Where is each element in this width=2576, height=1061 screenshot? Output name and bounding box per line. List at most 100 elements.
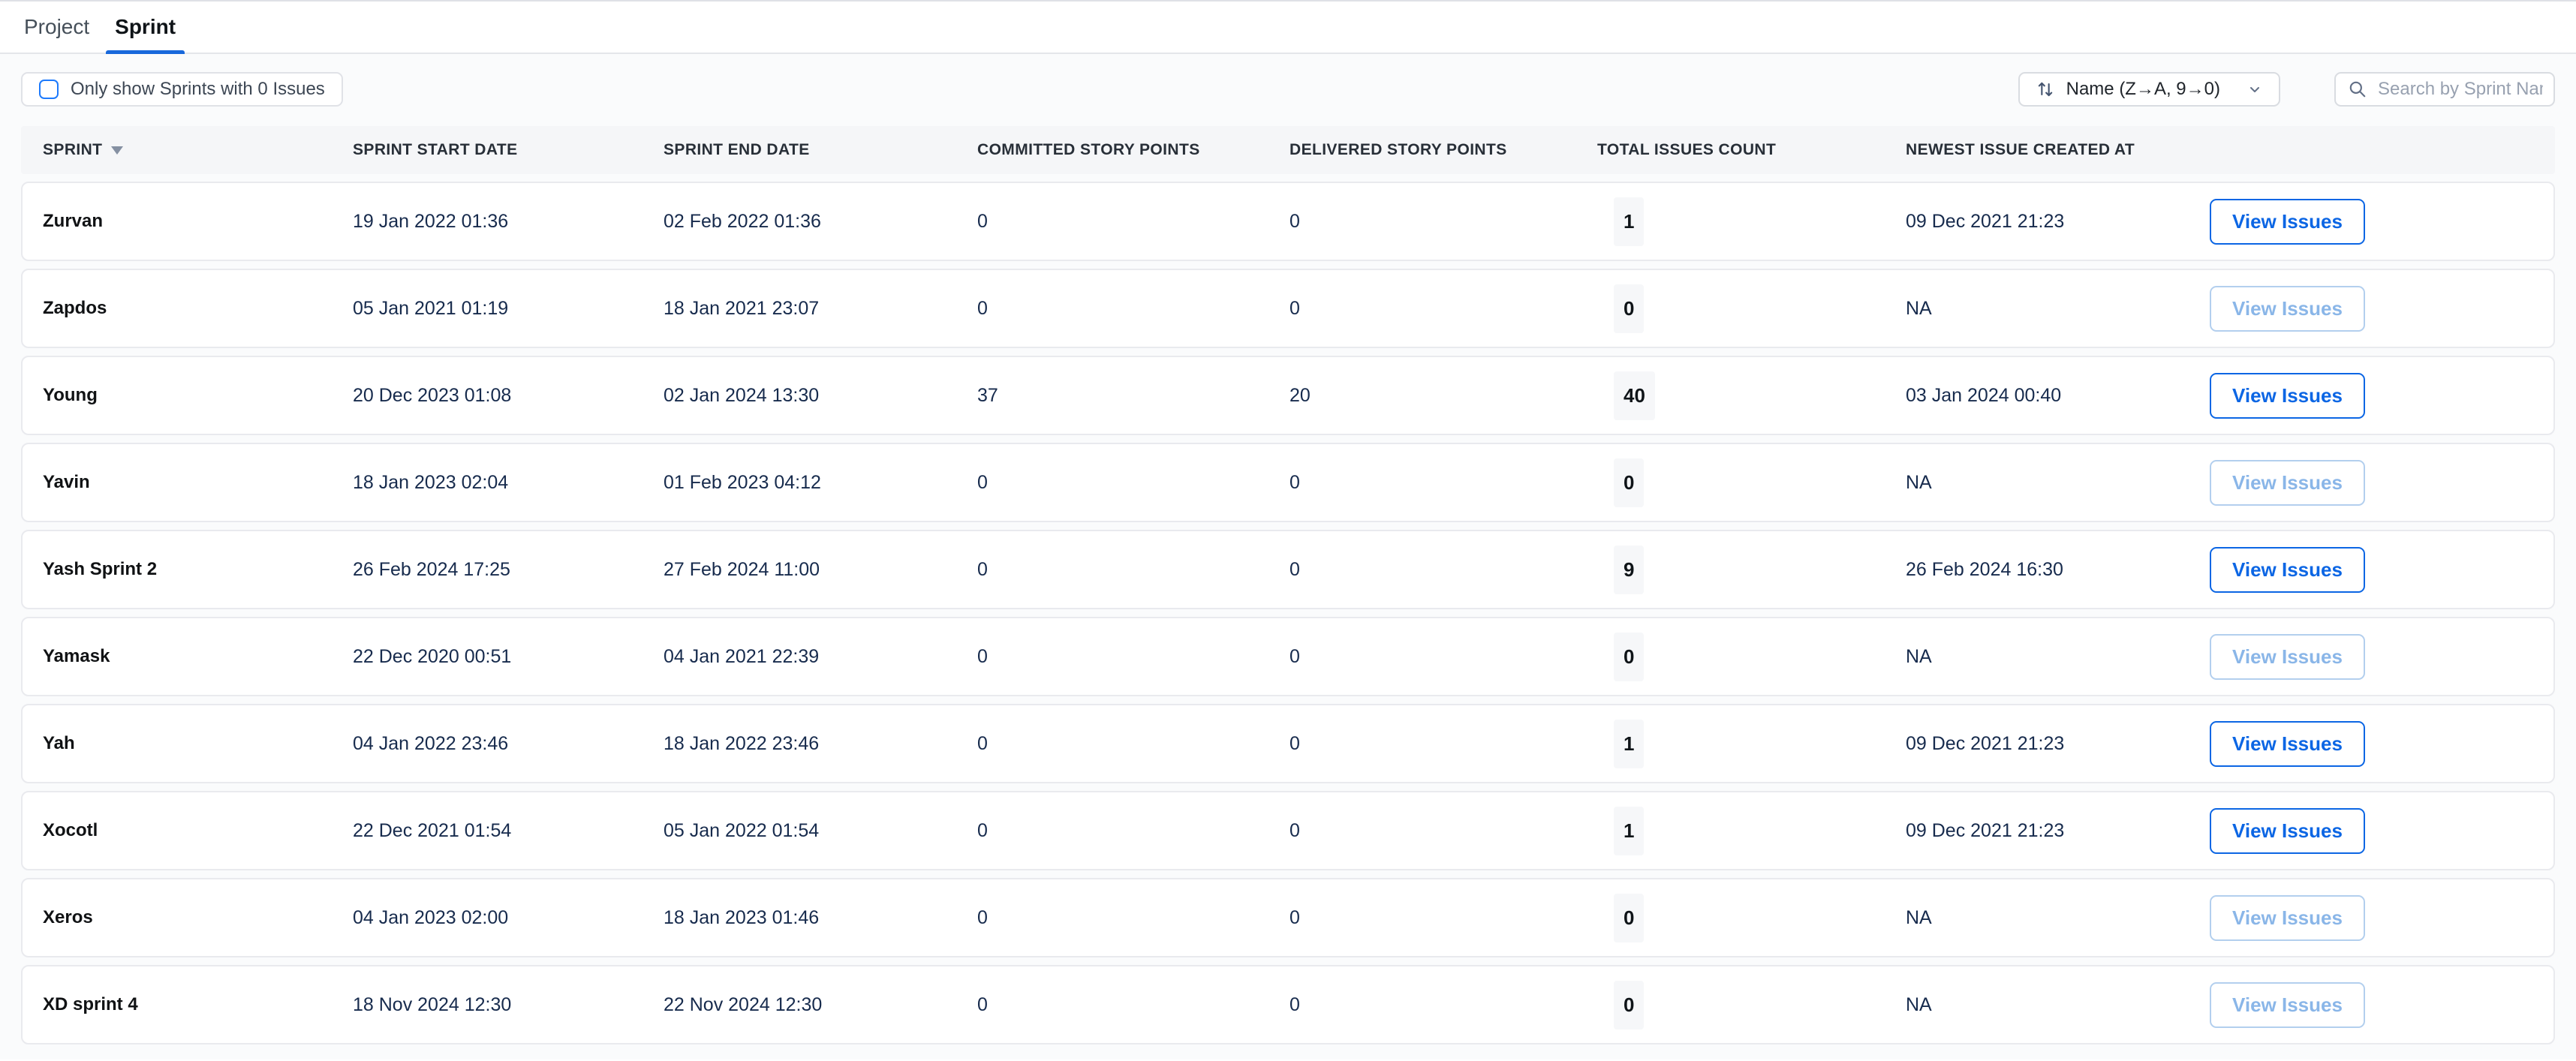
total-issues-badge: 1 — [1614, 807, 1644, 855]
sprint-start-date: 26 Feb 2024 17:25 — [353, 559, 664, 581]
view-issues-button[interactable]: View Issues — [2210, 634, 2365, 680]
delivered-story-points: 0 — [1290, 211, 1597, 233]
sprint-name: Zapdos — [43, 298, 353, 319]
sprint-end-date: 05 Jan 2022 01:54 — [664, 820, 977, 842]
sprint-start-date: 22 Dec 2021 01:54 — [353, 820, 664, 842]
table-header-row: Sprint Sprint Start Date Sprint End Date… — [21, 126, 2555, 174]
zero-issues-filter-label: Only show Sprints with 0 Issues — [71, 79, 325, 100]
total-issues-badge: 0 — [1614, 284, 1644, 333]
tab-project[interactable]: Project — [15, 2, 98, 53]
sprint-name: Yah — [43, 733, 353, 754]
committed-story-points: 0 — [977, 994, 1290, 1016]
sprint-end-date: 01 Feb 2023 04:12 — [664, 472, 977, 494]
committed-story-points: 0 — [977, 646, 1290, 668]
delivered-story-points: 0 — [1290, 907, 1597, 929]
sprint-end-date: 18 Jan 2021 23:07 — [664, 298, 977, 320]
committed-story-points: 0 — [977, 559, 1290, 581]
total-issues-badge: 0 — [1614, 458, 1644, 507]
newest-issue-date: NA — [1906, 646, 2191, 668]
newest-issue-date: 03 Jan 2024 00:40 — [1906, 385, 2191, 407]
newest-issue-date: NA — [1906, 298, 2191, 320]
sprint-end-date: 04 Jan 2021 22:39 — [664, 646, 977, 668]
sprint-name: XD sprint 4 — [43, 994, 353, 1015]
controls-row: Only show Sprints with 0 Issues Name (Z→… — [21, 54, 2555, 107]
delivered-story-points: 0 — [1290, 994, 1597, 1016]
sort-selected-label: Name (Z→A, 9→0) — [2066, 79, 2220, 100]
sprint-start-date: 19 Jan 2022 01:36 — [353, 211, 664, 233]
table-row: Yavin 18 Jan 2023 02:04 01 Feb 2023 04:1… — [21, 443, 2555, 522]
sprint-end-date: 18 Jan 2022 23:46 — [664, 733, 977, 755]
sprint-name: Xocotl — [43, 820, 353, 841]
table-row: Zapdos 05 Jan 2021 01:19 18 Jan 2021 23:… — [21, 269, 2555, 348]
committed-story-points: 0 — [977, 820, 1290, 842]
committed-story-points: 37 — [977, 385, 1290, 407]
sprint-start-date: 22 Dec 2020 00:51 — [353, 646, 664, 668]
view-issues-button[interactable]: View Issues — [2210, 460, 2365, 506]
newest-issue-date: 09 Dec 2021 21:23 — [1906, 211, 2191, 233]
delivered-story-points: 0 — [1290, 298, 1597, 320]
view-issues-button[interactable]: View Issues — [2210, 982, 2365, 1028]
table-row: Xocotl 22 Dec 2021 01:54 05 Jan 2022 01:… — [21, 791, 2555, 870]
total-issues-badge: 0 — [1614, 981, 1644, 1029]
tab-sprint[interactable]: Sprint — [106, 2, 185, 53]
delivered-story-points: 0 — [1290, 646, 1597, 668]
table-row: XD sprint 4 18 Nov 2024 12:30 22 Nov 202… — [21, 965, 2555, 1044]
tab-project-label: Project — [24, 15, 89, 39]
newest-issue-date: NA — [1906, 994, 2191, 1016]
view-issues-button[interactable]: View Issues — [2210, 286, 2365, 332]
table-row: Yah 04 Jan 2022 23:46 18 Jan 2022 23:46 … — [21, 704, 2555, 783]
committed-story-points: 0 — [977, 907, 1290, 929]
newest-issue-date: NA — [1906, 472, 2191, 494]
sprint-end-date: 18 Jan 2023 01:46 — [664, 907, 977, 929]
sprint-end-date: 27 Feb 2024 11:00 — [664, 559, 977, 581]
search-input[interactable] — [2378, 79, 2543, 100]
table-row: Yash Sprint 2 26 Feb 2024 17:25 27 Feb 2… — [21, 530, 2555, 609]
total-issues-badge: 1 — [1614, 197, 1644, 246]
sprint-end-date: 02 Jan 2024 13:30 — [664, 385, 977, 407]
total-issues-badge: 0 — [1614, 633, 1644, 681]
total-issues-badge: 9 — [1614, 546, 1644, 594]
sprint-search[interactable] — [2334, 72, 2555, 107]
delivered-story-points: 0 — [1290, 472, 1597, 494]
view-issues-button[interactable]: View Issues — [2210, 808, 2365, 854]
sprint-start-date: 18 Nov 2024 12:30 — [353, 994, 664, 1016]
committed-story-points: 0 — [977, 211, 1290, 233]
zero-issues-filter[interactable]: Only show Sprints with 0 Issues — [21, 72, 343, 107]
search-icon — [2348, 80, 2367, 99]
table-row: Yamask 22 Dec 2020 00:51 04 Jan 2021 22:… — [21, 617, 2555, 696]
zero-issues-checkbox[interactable] — [39, 80, 59, 99]
table-row: Zurvan 19 Jan 2022 01:36 02 Feb 2022 01:… — [21, 182, 2555, 261]
active-tab-underline — [106, 50, 185, 54]
sort-dropdown[interactable]: Name (Z→A, 9→0) — [2018, 72, 2280, 107]
newest-issue-date: 09 Dec 2021 21:23 — [1906, 733, 2191, 755]
total-issues-badge: 1 — [1614, 720, 1644, 768]
header-start-date: Sprint Start Date — [353, 141, 664, 159]
table-body: Zurvan 19 Jan 2022 01:36 02 Feb 2022 01:… — [21, 182, 2555, 1044]
header-end-date: Sprint End Date — [664, 141, 977, 159]
sprint-end-date: 02 Feb 2022 01:36 — [664, 211, 977, 233]
committed-story-points: 0 — [977, 298, 1290, 320]
sprint-name: Yavin — [43, 472, 353, 493]
delivered-story-points: 20 — [1290, 385, 1597, 407]
header-sprint[interactable]: Sprint — [43, 141, 353, 159]
sort-caret-icon — [111, 146, 123, 155]
delivered-story-points: 0 — [1290, 733, 1597, 755]
view-issues-button[interactable]: View Issues — [2210, 895, 2365, 941]
view-issues-button[interactable]: View Issues — [2210, 721, 2365, 767]
view-issues-button[interactable]: View Issues — [2210, 199, 2365, 245]
sprint-start-date: 04 Jan 2023 02:00 — [353, 907, 664, 929]
view-issues-button[interactable]: View Issues — [2210, 547, 2365, 593]
sprint-name: Yamask — [43, 646, 353, 667]
header-committed-points: Committed Story Points — [977, 141, 1290, 159]
table-row: Xeros 04 Jan 2023 02:00 18 Jan 2023 01:4… — [21, 878, 2555, 957]
view-issues-button[interactable]: View Issues — [2210, 373, 2365, 419]
header-newest-issue: Newest Issue Created At — [1906, 141, 2191, 159]
committed-story-points: 0 — [977, 733, 1290, 755]
sprint-end-date: 22 Nov 2024 12:30 — [664, 994, 977, 1016]
header-delivered-points: Delivered Story Points — [1290, 141, 1597, 159]
sprint-name: Xeros — [43, 907, 353, 928]
sprint-start-date: 18 Jan 2023 02:04 — [353, 472, 664, 494]
sprint-name: Zurvan — [43, 211, 353, 232]
tab-sprint-label: Sprint — [115, 15, 176, 39]
sprint-page: Only show Sprints with 0 Issues Name (Z→… — [0, 54, 2576, 1059]
